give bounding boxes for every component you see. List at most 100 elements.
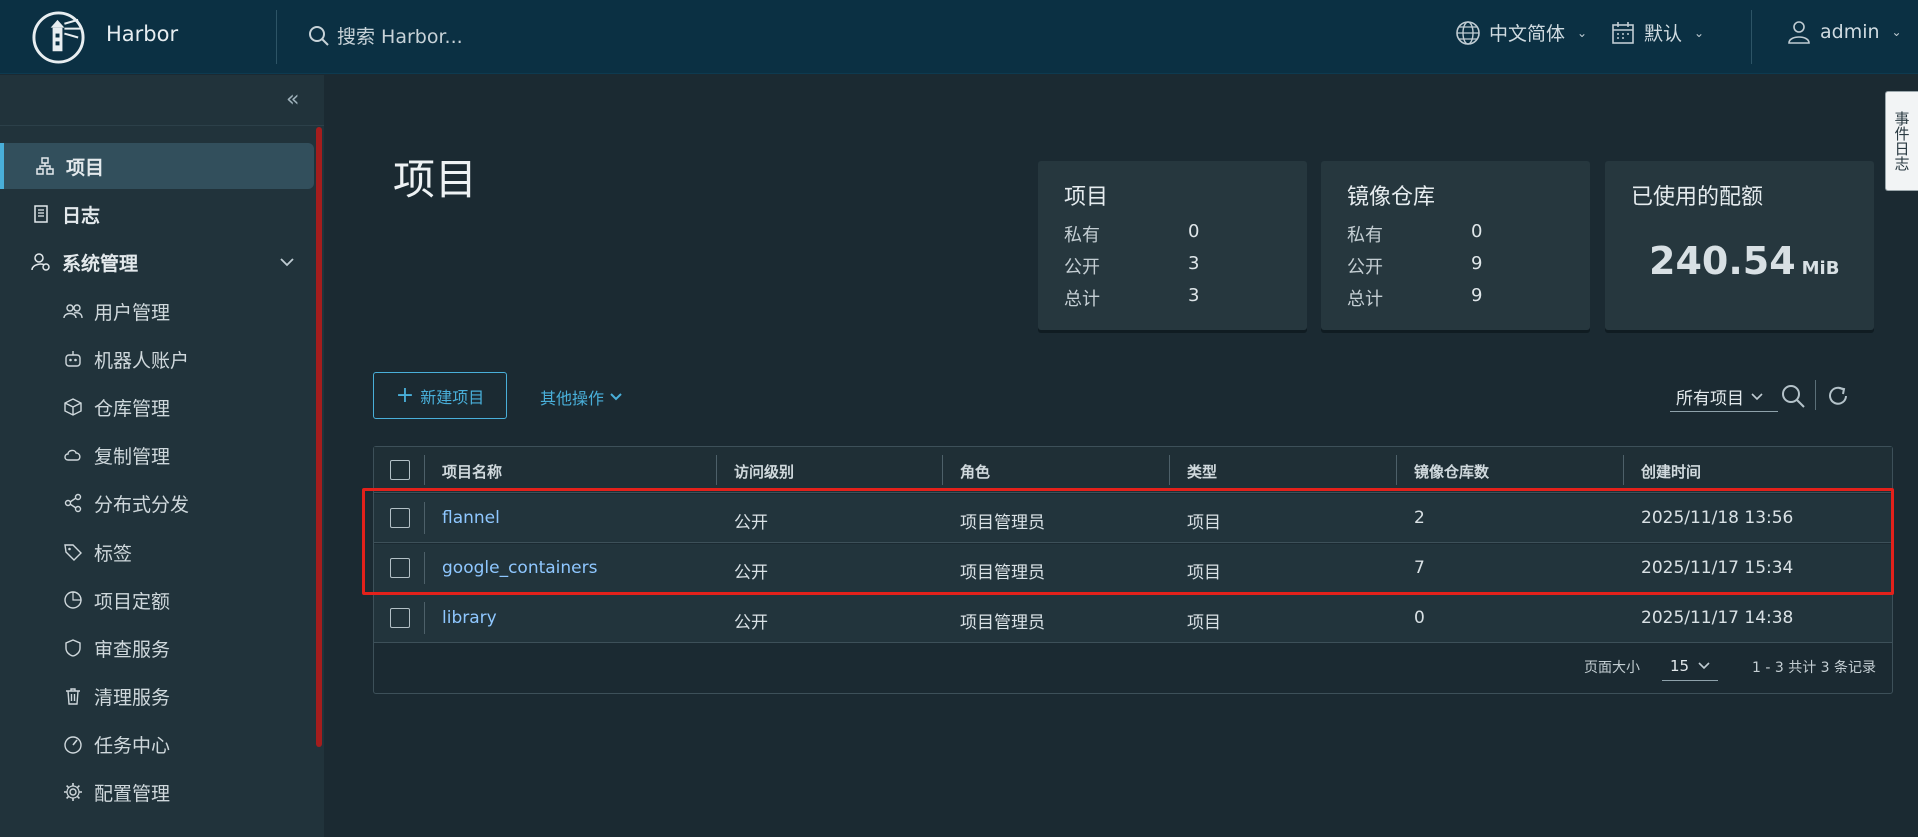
- card-title: 镜像仓库: [1347, 185, 1436, 210]
- sidebar-item-label: 仓库管理: [94, 397, 171, 420]
- page-size-select[interactable]: 15: [1662, 651, 1718, 681]
- replication-icon: [62, 444, 84, 466]
- column-header-name[interactable]: 项目名称: [442, 461, 502, 482]
- sidebar-item-label: 项目: [66, 156, 105, 179]
- quota-summary-card: 已使用的配额 240.54 MiB: [1605, 161, 1874, 330]
- calendar-label: 默认: [1644, 23, 1683, 45]
- global-search[interactable]: 搜索 Harbor...: [307, 22, 463, 49]
- chevron-down-icon: ⌄: [1694, 25, 1705, 40]
- card-row-value: 3: [1188, 285, 1200, 306]
- project-filter-select[interactable]: 所有项目: [1670, 382, 1778, 412]
- column-divider: [424, 602, 425, 634]
- filter-value: 所有项目: [1676, 389, 1744, 409]
- table-header: 项目名称 访问级别 角色 类型 镜像仓库数 创建时间: [374, 447, 1892, 493]
- sidebar-item-users[interactable]: 用户管理: [0, 288, 314, 334]
- search-icon[interactable]: [1780, 383, 1806, 409]
- calendar-selector[interactable]: 默认 ⌄: [1610, 19, 1704, 46]
- sidebar-item-label: 日志: [62, 204, 101, 227]
- globe-icon: [1456, 20, 1480, 45]
- search-input[interactable]: 搜索 Harbor...: [337, 22, 463, 49]
- card-row-value: 3: [1188, 253, 1200, 274]
- username: admin: [1820, 21, 1880, 43]
- type: 项目: [1187, 613, 1221, 633]
- column-divider[interactable]: [716, 455, 717, 485]
- new-project-button[interactable]: + 新建项目: [373, 372, 507, 419]
- sidebar-item-label: 分布式分发: [94, 493, 190, 516]
- language-label: 中文简体: [1489, 23, 1566, 45]
- harbor-logo-icon[interactable]: [31, 10, 86, 65]
- column-divider[interactable]: [1396, 455, 1397, 485]
- sidebar-item-logs[interactable]: 日志: [0, 191, 314, 237]
- sidebar-scrollbar[interactable]: [316, 127, 322, 747]
- card-row-label: 私有: [1064, 225, 1100, 246]
- page-title: 项目: [393, 155, 478, 204]
- quota-value: 240.54 MiB: [1649, 239, 1839, 283]
- select-all-checkbox[interactable]: [390, 460, 410, 480]
- table-row[interactable]: library 公开 项目管理员 项目 0 2025/11/17 14:38: [374, 594, 1892, 643]
- robot-icon: [62, 348, 84, 370]
- quota-unit: MiB: [1801, 258, 1840, 279]
- selection-highlight-box: [362, 488, 1894, 595]
- access-level: 公开: [734, 613, 768, 633]
- column-divider[interactable]: [1169, 455, 1170, 485]
- creation-time: 2025/11/17 14:38: [1641, 608, 1794, 628]
- refresh-icon[interactable]: [1825, 383, 1851, 409]
- gear-icon: [62, 781, 84, 803]
- sidebar-item-project-quotas[interactable]: 项目定额: [0, 577, 314, 623]
- row-checkbox[interactable]: [390, 608, 410, 628]
- column-divider[interactable]: [942, 455, 943, 485]
- event-log-tab[interactable]: 事件日志: [1885, 91, 1918, 191]
- language-selector[interactable]: 中文简体 ⌄: [1455, 19, 1587, 46]
- chevron-down-icon: ⌄: [1891, 25, 1902, 39]
- sidebar-item-admin[interactable]: 系统管理: [0, 239, 314, 285]
- card-row-value: 0: [1188, 221, 1200, 242]
- brand-name[interactable]: Harbor: [106, 22, 178, 46]
- column-header-type[interactable]: 类型: [1187, 461, 1217, 482]
- sidebar-item-configuration[interactable]: 配置管理: [0, 769, 314, 815]
- user-menu[interactable]: admin ⌄: [1786, 19, 1902, 45]
- chevron-down-icon: ⌄: [1577, 25, 1588, 40]
- chevron-down-icon: [1698, 661, 1710, 669]
- sidebar: « 项目 日志 系统管理 用户管理 机器人账户 仓库管理 复制管理 分布式分发 …: [0, 75, 324, 837]
- card-title: 项目: [1064, 185, 1109, 210]
- sidebar-item-registries[interactable]: 仓库管理: [0, 384, 314, 430]
- page-size-label: 页面大小: [1584, 660, 1640, 676]
- card-row-label: 公开: [1064, 257, 1100, 278]
- projects-summary-card: 项目 私有 0 公开 3 总计 3: [1038, 161, 1307, 330]
- sidebar-item-projects[interactable]: 项目: [0, 143, 314, 189]
- card-row-label: 总计: [1064, 289, 1100, 310]
- logs-icon: [30, 203, 52, 225]
- tag-icon: [62, 541, 84, 563]
- sidebar-item-label: 复制管理: [94, 445, 171, 468]
- toolbar-divider: [1815, 380, 1816, 410]
- sidebar-item-gc[interactable]: 清理服务: [0, 673, 314, 719]
- other-actions-button[interactable]: 其他操作: [540, 385, 624, 409]
- card-row-label: 总计: [1347, 289, 1383, 310]
- sidebar-item-distribution[interactable]: 分布式分发: [0, 480, 314, 526]
- sidebar-item-replication[interactable]: 复制管理: [0, 432, 314, 478]
- quota-number: 240.54: [1649, 239, 1796, 283]
- chevron-down-icon: [1751, 392, 1763, 400]
- column-header-access[interactable]: 访问级别: [734, 461, 794, 482]
- project-name-link[interactable]: library: [442, 608, 497, 628]
- column-header-role[interactable]: 角色: [960, 461, 990, 482]
- dashboard-icon: [62, 733, 84, 755]
- chevron-down-icon[interactable]: [278, 253, 296, 271]
- sidebar-item-robots[interactable]: 机器人账户: [0, 336, 314, 382]
- quota-icon: [62, 589, 84, 611]
- column-divider[interactable]: [1623, 455, 1624, 485]
- collapse-sidebar-icon[interactable]: «: [286, 87, 314, 115]
- sidebar-item-labels[interactable]: 标签: [0, 529, 314, 575]
- repositories-summary-card: 镜像仓库 私有 0 公开 9 总计 9: [1321, 161, 1590, 330]
- column-header-created[interactable]: 创建时间: [1641, 461, 1701, 482]
- table-footer: 页面大小 15 1 - 3 共计 3 条记录: [374, 643, 1892, 693]
- shield-icon: [62, 637, 84, 659]
- registry-icon: [62, 396, 84, 418]
- sidebar-item-interrogation[interactable]: 审查服务: [0, 625, 314, 671]
- column-header-repo-count[interactable]: 镜像仓库数: [1414, 461, 1489, 482]
- sidebar-item-label: 机器人账户: [94, 349, 190, 372]
- sidebar-item-jobs[interactable]: 任务中心: [0, 721, 314, 767]
- plus-icon: +: [395, 382, 415, 408]
- column-divider: [424, 455, 425, 485]
- chevron-down-icon: [610, 393, 622, 401]
